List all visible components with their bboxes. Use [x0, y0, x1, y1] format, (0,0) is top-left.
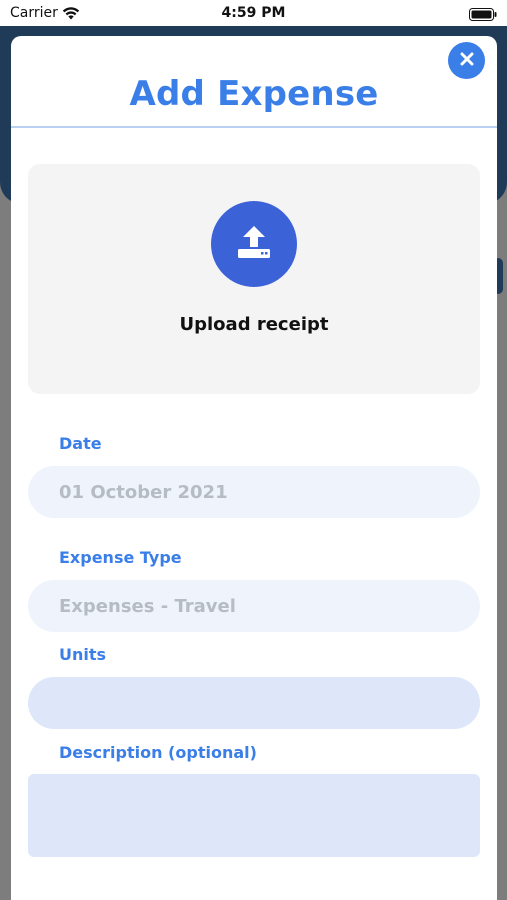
date-field[interactable] [28, 466, 480, 518]
add-expense-modal: Add Expense Upload receipt Date Expense … [11, 36, 497, 900]
status-bar: Carrier 4:59 PM [0, 0, 507, 26]
upload-receipt-card[interactable]: Upload receipt [28, 164, 480, 394]
upload-button[interactable] [211, 201, 297, 287]
upload-receipt-label: Upload receipt [179, 314, 329, 335]
date-label: Date [59, 434, 102, 453]
expense-type-field[interactable] [28, 580, 480, 632]
title-divider [11, 126, 497, 128]
modal-title: Add Expense [129, 74, 379, 114]
description-field[interactable] [28, 774, 480, 857]
units-field[interactable] [28, 677, 480, 729]
close-icon [460, 52, 474, 69]
units-label: Units [59, 645, 107, 664]
status-time: 4:59 PM [221, 5, 286, 21]
description-label: Description (optional) [59, 743, 257, 762]
expense-type-label: Expense Type [59, 548, 182, 567]
upload-icon [234, 222, 274, 266]
battery-icon [469, 6, 497, 25]
